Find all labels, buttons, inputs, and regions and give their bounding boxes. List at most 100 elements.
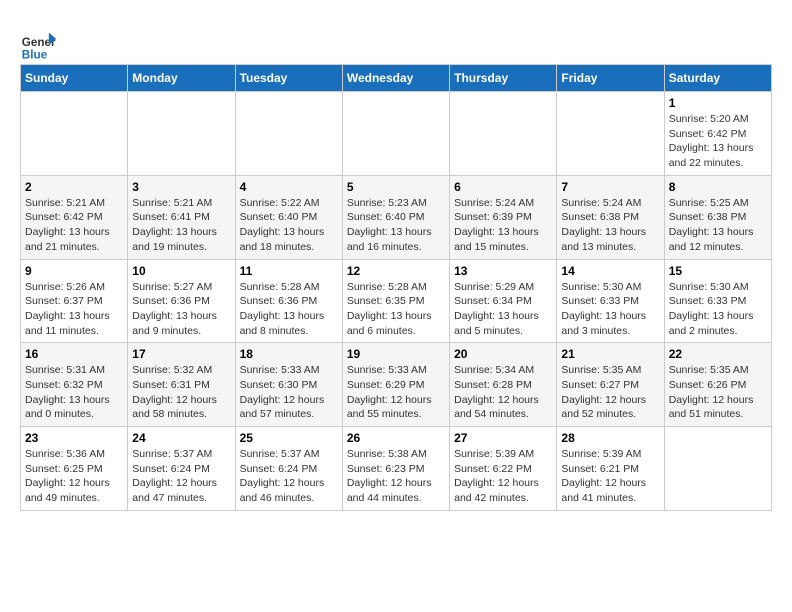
day-number: 18 [240, 347, 338, 361]
day-info: Sunrise: 5:25 AM Sunset: 6:38 PM Dayligh… [669, 196, 767, 255]
day-number: 23 [25, 431, 123, 445]
day-info: Sunrise: 5:29 AM Sunset: 6:34 PM Dayligh… [454, 280, 552, 339]
calendar-cell: 4 Sunrise: 5:22 AM Sunset: 6:40 PM Daylig… [235, 175, 342, 259]
day-info: Sunrise: 5:28 AM Sunset: 6:35 PM Dayligh… [347, 280, 445, 339]
day-info: Sunrise: 5:33 AM Sunset: 6:30 PM Dayligh… [240, 363, 338, 422]
header-row: SundayMondayTuesdayWednesdayThursdayFrid… [21, 65, 772, 92]
day-header-saturday: Saturday [664, 65, 771, 92]
day-number: 24 [132, 431, 230, 445]
calendar-cell: 8 Sunrise: 5:25 AM Sunset: 6:38 PM Daylig… [664, 175, 771, 259]
day-info: Sunrise: 5:26 AM Sunset: 6:37 PM Dayligh… [25, 280, 123, 339]
calendar-cell: 21 Sunrise: 5:35 AM Sunset: 6:27 PM Dayli… [557, 343, 664, 427]
day-number: 27 [454, 431, 552, 445]
day-number: 15 [669, 264, 767, 278]
day-number: 3 [132, 180, 230, 194]
day-info: Sunrise: 5:23 AM Sunset: 6:40 PM Dayligh… [347, 196, 445, 255]
calendar-cell [450, 92, 557, 176]
calendar-cell: 9 Sunrise: 5:26 AM Sunset: 6:37 PM Daylig… [21, 259, 128, 343]
day-header-monday: Monday [128, 65, 235, 92]
day-number: 4 [240, 180, 338, 194]
day-number: 8 [669, 180, 767, 194]
calendar-cell [21, 92, 128, 176]
calendar-cell: 6 Sunrise: 5:24 AM Sunset: 6:39 PM Daylig… [450, 175, 557, 259]
calendar-week-3: 9 Sunrise: 5:26 AM Sunset: 6:37 PM Daylig… [21, 259, 772, 343]
day-info: Sunrise: 5:32 AM Sunset: 6:31 PM Dayligh… [132, 363, 230, 422]
svg-text:Blue: Blue [22, 49, 48, 62]
day-header-sunday: Sunday [21, 65, 128, 92]
day-info: Sunrise: 5:37 AM Sunset: 6:24 PM Dayligh… [132, 447, 230, 506]
day-info: Sunrise: 5:30 AM Sunset: 6:33 PM Dayligh… [561, 280, 659, 339]
calendar-cell: 10 Sunrise: 5:27 AM Sunset: 6:36 PM Dayli… [128, 259, 235, 343]
calendar-cell: 26 Sunrise: 5:38 AM Sunset: 6:23 PM Dayli… [342, 427, 449, 511]
calendar-cell: 11 Sunrise: 5:28 AM Sunset: 6:36 PM Dayli… [235, 259, 342, 343]
day-info: Sunrise: 5:20 AM Sunset: 6:42 PM Dayligh… [669, 112, 767, 171]
calendar-cell [664, 427, 771, 511]
calendar-cell: 14 Sunrise: 5:30 AM Sunset: 6:33 PM Dayli… [557, 259, 664, 343]
day-number: 25 [240, 431, 338, 445]
calendar-cell: 16 Sunrise: 5:31 AM Sunset: 6:32 PM Dayli… [21, 343, 128, 427]
day-number: 6 [454, 180, 552, 194]
logo: General Blue [20, 28, 56, 64]
calendar-cell: 23Sunrise: 5:36 AM Sunset: 6:25 PM Dayli… [21, 427, 128, 511]
calendar-cell: 5 Sunrise: 5:23 AM Sunset: 6:40 PM Daylig… [342, 175, 449, 259]
day-number: 21 [561, 347, 659, 361]
day-info: Sunrise: 5:38 AM Sunset: 6:23 PM Dayligh… [347, 447, 445, 506]
day-number: 13 [454, 264, 552, 278]
day-info: Sunrise: 5:37 AM Sunset: 6:24 PM Dayligh… [240, 447, 338, 506]
day-info: Sunrise: 5:35 AM Sunset: 6:27 PM Dayligh… [561, 363, 659, 422]
day-number: 11 [240, 264, 338, 278]
calendar-cell [235, 92, 342, 176]
calendar-cell: 3 Sunrise: 5:21 AM Sunset: 6:41 PM Daylig… [128, 175, 235, 259]
day-info: Sunrise: 5:24 AM Sunset: 6:38 PM Dayligh… [561, 196, 659, 255]
calendar-cell: 1Sunrise: 5:20 AM Sunset: 6:42 PM Daylig… [664, 92, 771, 176]
day-number: 22 [669, 347, 767, 361]
day-header-tuesday: Tuesday [235, 65, 342, 92]
calendar-cell: 25 Sunrise: 5:37 AM Sunset: 6:24 PM Dayli… [235, 427, 342, 511]
day-info: Sunrise: 5:30 AM Sunset: 6:33 PM Dayligh… [669, 280, 767, 339]
day-info: Sunrise: 5:34 AM Sunset: 6:28 PM Dayligh… [454, 363, 552, 422]
calendar-cell: 2Sunrise: 5:21 AM Sunset: 6:42 PM Daylig… [21, 175, 128, 259]
day-number: 16 [25, 347, 123, 361]
day-info: Sunrise: 5:31 AM Sunset: 6:32 PM Dayligh… [25, 363, 123, 422]
calendar-cell: 28 Sunrise: 5:39 AM Sunset: 6:21 PM Dayli… [557, 427, 664, 511]
day-info: Sunrise: 5:33 AM Sunset: 6:29 PM Dayligh… [347, 363, 445, 422]
day-header-thursday: Thursday [450, 65, 557, 92]
day-number: 28 [561, 431, 659, 445]
day-number: 9 [25, 264, 123, 278]
calendar-cell: 12 Sunrise: 5:28 AM Sunset: 6:35 PM Dayli… [342, 259, 449, 343]
day-info: Sunrise: 5:39 AM Sunset: 6:22 PM Dayligh… [454, 447, 552, 506]
calendar-cell: 24 Sunrise: 5:37 AM Sunset: 6:24 PM Dayli… [128, 427, 235, 511]
calendar-cell [557, 92, 664, 176]
day-info: Sunrise: 5:39 AM Sunset: 6:21 PM Dayligh… [561, 447, 659, 506]
day-info: Sunrise: 5:27 AM Sunset: 6:36 PM Dayligh… [132, 280, 230, 339]
day-number: 17 [132, 347, 230, 361]
calendar-week-4: 16 Sunrise: 5:31 AM Sunset: 6:32 PM Dayli… [21, 343, 772, 427]
calendar-cell: 20 Sunrise: 5:34 AM Sunset: 6:28 PM Dayli… [450, 343, 557, 427]
day-header-wednesday: Wednesday [342, 65, 449, 92]
calendar-cell: 13 Sunrise: 5:29 AM Sunset: 6:34 PM Dayli… [450, 259, 557, 343]
calendar-cell: 22Sunrise: 5:35 AM Sunset: 6:26 PM Dayli… [664, 343, 771, 427]
day-number: 26 [347, 431, 445, 445]
day-number: 14 [561, 264, 659, 278]
day-info: Sunrise: 5:21 AM Sunset: 6:41 PM Dayligh… [132, 196, 230, 255]
calendar-table: SundayMondayTuesdayWednesdayThursdayFrid… [20, 64, 772, 511]
calendar-week-5: 23Sunrise: 5:36 AM Sunset: 6:25 PM Dayli… [21, 427, 772, 511]
day-header-friday: Friday [557, 65, 664, 92]
calendar-week-2: 2Sunrise: 5:21 AM Sunset: 6:42 PM Daylig… [21, 175, 772, 259]
day-number: 5 [347, 180, 445, 194]
day-number: 20 [454, 347, 552, 361]
calendar-cell [342, 92, 449, 176]
day-number: 2 [25, 180, 123, 194]
day-number: 12 [347, 264, 445, 278]
day-number: 10 [132, 264, 230, 278]
calendar-cell: 18 Sunrise: 5:33 AM Sunset: 6:30 PM Dayli… [235, 343, 342, 427]
day-number: 7 [561, 180, 659, 194]
calendar-cell [128, 92, 235, 176]
day-number: 19 [347, 347, 445, 361]
calendar-cell: 19 Sunrise: 5:33 AM Sunset: 6:29 PM Dayli… [342, 343, 449, 427]
calendar-cell: 15 Sunrise: 5:30 AM Sunset: 6:33 PM Dayli… [664, 259, 771, 343]
day-info: Sunrise: 5:22 AM Sunset: 6:40 PM Dayligh… [240, 196, 338, 255]
day-info: Sunrise: 5:24 AM Sunset: 6:39 PM Dayligh… [454, 196, 552, 255]
calendar-week-1: 1Sunrise: 5:20 AM Sunset: 6:42 PM Daylig… [21, 92, 772, 176]
day-info: Sunrise: 5:28 AM Sunset: 6:36 PM Dayligh… [240, 280, 338, 339]
